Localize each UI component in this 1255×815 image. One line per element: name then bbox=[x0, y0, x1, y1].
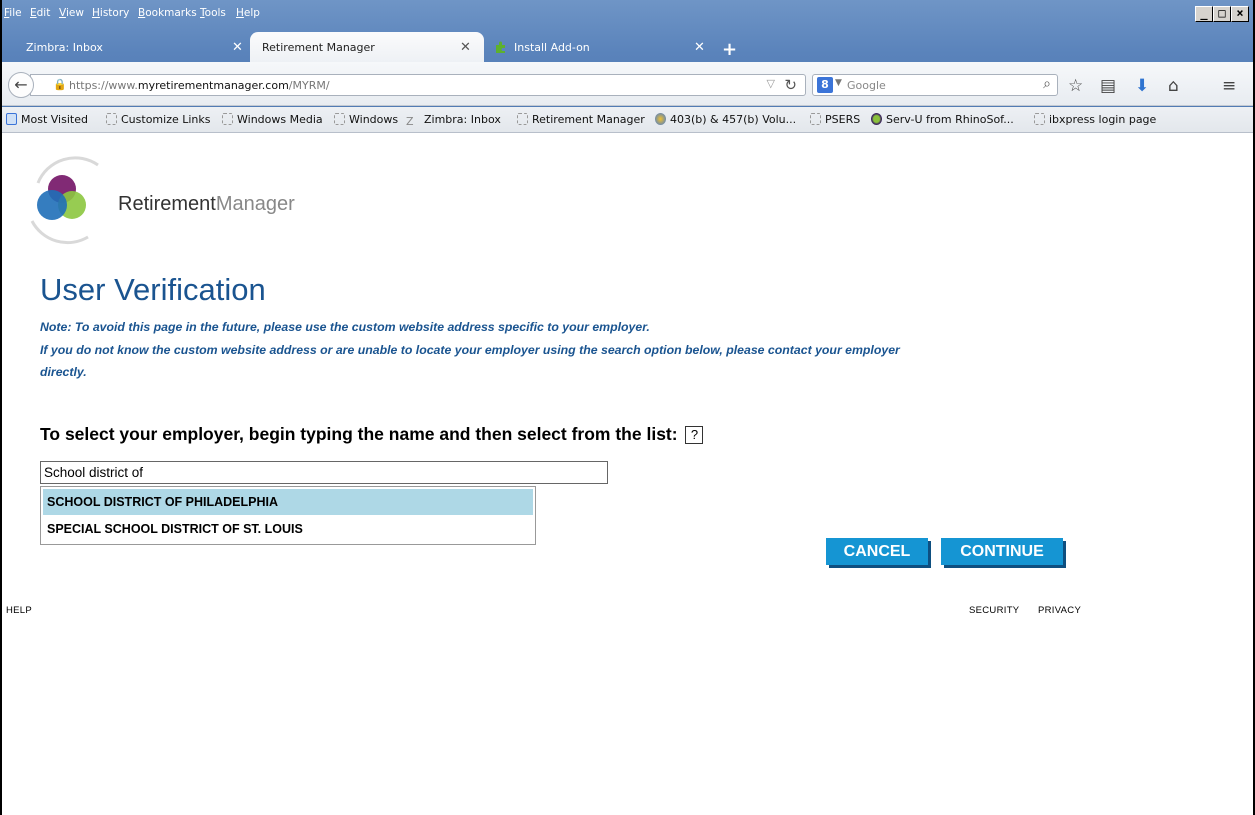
browser-chrome: File Edit View History Bookmarks Tools H… bbox=[0, 0, 1255, 133]
retirement-manager-logo: RetirementManager bbox=[18, 143, 295, 253]
tab-retirement-manager[interactable]: Retirement Manager ✕ bbox=[250, 32, 484, 62]
close-tab-icon[interactable]: ✕ bbox=[460, 40, 471, 55]
continue-button[interactable]: CONTINUE bbox=[941, 538, 1063, 565]
navigation-toolbar: 🔒 https://www.myretirementmanager.com/MY… bbox=[0, 62, 1255, 106]
bookmark-windows[interactable]: Windows bbox=[334, 113, 398, 126]
bookmark-page-icon bbox=[222, 113, 233, 125]
tab-strip: Zimbra: Inbox ✕ Retirement Manager ✕ Ins… bbox=[0, 32, 1255, 62]
search-bar[interactable]: 8 ▼ Google ⌕ bbox=[812, 74, 1058, 96]
logo-text: RetirementManager bbox=[118, 193, 295, 215]
tab-zimbra-inbox[interactable]: Zimbra: Inbox ✕ bbox=[0, 32, 248, 62]
bookmark-serv-u[interactable]: Serv-U from RhinoSof... bbox=[871, 113, 1014, 126]
bookmarks-toolbar: Most Visited Customize Links Windows Med… bbox=[0, 107, 1255, 133]
note-line-3: directly. bbox=[40, 365, 87, 379]
menu-bookmarks[interactable]: Bookmarks bbox=[138, 7, 197, 19]
cancel-button[interactable]: CANCEL bbox=[826, 538, 928, 565]
note-line-1: Note: To avoid this page in the future, … bbox=[40, 320, 650, 334]
tab-label: Retirement Manager bbox=[262, 41, 375, 54]
suggestion-item[interactable]: SCHOOL DISTRICT OF PHILADELPHIA bbox=[43, 489, 533, 515]
download-arrow-icon[interactable]: ⬇ bbox=[1135, 76, 1149, 96]
back-arrow-icon[interactable]: ← bbox=[8, 72, 34, 98]
logo-circles-icon bbox=[30, 156, 99, 245]
bookmark-page-icon bbox=[106, 113, 117, 125]
hamburger-menu-icon[interactable]: ≡ bbox=[1222, 76, 1236, 96]
menu-tools[interactable]: Tools bbox=[200, 7, 226, 19]
new-tab-icon[interactable]: + bbox=[722, 39, 737, 60]
bookmark-customize-links[interactable]: Customize Links bbox=[106, 113, 211, 126]
close-tab-icon[interactable]: ✕ bbox=[694, 40, 705, 55]
bookmark-page-icon bbox=[810, 113, 821, 125]
menu-edit[interactable]: Edit bbox=[30, 7, 50, 19]
employer-search-input[interactable] bbox=[40, 461, 608, 484]
tab-label: Zimbra: Inbox bbox=[26, 41, 103, 54]
menu-view[interactable]: View bbox=[59, 7, 84, 19]
help-question-icon[interactable]: ? bbox=[685, 426, 704, 444]
window-controls: _ □ × bbox=[1195, 6, 1249, 22]
bookmark-page-icon bbox=[334, 113, 345, 125]
bookmark-page-icon bbox=[1034, 113, 1045, 125]
url-dropdown-icon[interactable]: ▽ bbox=[767, 77, 775, 90]
bookmark-page-icon bbox=[517, 113, 528, 125]
tab-label: Install Add-on bbox=[514, 41, 590, 54]
employer-suggestion-list: SCHOOL DISTRICT OF PHILADELPHIA SPECIAL … bbox=[40, 486, 536, 545]
zimbra-icon: Z bbox=[406, 115, 414, 128]
note-line-2: If you do not know the custom website ad… bbox=[40, 343, 900, 357]
close-tab-icon[interactable]: ✕ bbox=[232, 40, 243, 55]
url-text: https://www.myretirementmanager.com/MYRM… bbox=[69, 79, 330, 92]
minimize-icon[interactable]: _ bbox=[1195, 6, 1213, 22]
home-icon[interactable]: ⌂ bbox=[1168, 76, 1179, 96]
footer-help-link[interactable]: HELP bbox=[6, 605, 32, 616]
bookmark-windows-media[interactable]: Windows Media bbox=[222, 113, 323, 126]
bookmark-403b-457b[interactable]: 403(b) & 457(b) Volu... bbox=[655, 113, 796, 126]
puzzle-piece-icon bbox=[496, 41, 505, 53]
footer-security-link[interactable]: SECURITY bbox=[969, 605, 1019, 616]
menu-history[interactable]: History bbox=[92, 7, 129, 19]
lock-icon: 🔒 bbox=[53, 78, 67, 91]
google-engine-icon[interactable]: 8 bbox=[817, 77, 833, 93]
rhino-logo-icon bbox=[871, 113, 882, 125]
suggestion-item[interactable]: SPECIAL SCHOOL DISTRICT OF ST. LOUIS bbox=[43, 516, 533, 542]
page-title: User Verification bbox=[40, 272, 266, 307]
reload-icon[interactable]: ↻ bbox=[784, 76, 797, 94]
maximize-icon[interactable]: □ bbox=[1213, 6, 1231, 22]
magnifier-icon[interactable]: ⌕ bbox=[1043, 76, 1051, 92]
bookmark-folder-icon bbox=[6, 113, 17, 125]
page-content: RetirementManager User Verification Note… bbox=[0, 133, 1255, 815]
globe-icon bbox=[655, 113, 666, 125]
bookmark-ibxpress[interactable]: ibxpress login page bbox=[1034, 113, 1156, 126]
bookmark-zimbra-inbox[interactable]: Z Zimbra: Inbox bbox=[406, 113, 501, 128]
url-bar[interactable]: 🔒 https://www.myretirementmanager.com/MY… bbox=[30, 74, 806, 96]
bookmark-retirement-manager[interactable]: Retirement Manager bbox=[517, 113, 645, 126]
employer-prompt-text: To select your employer, begin typing th… bbox=[40, 424, 678, 444]
reading-list-icon[interactable]: ▤ bbox=[1100, 76, 1116, 96]
menu-bar: File Edit View History Bookmarks Tools H… bbox=[0, 0, 1255, 30]
footer-privacy-link[interactable]: PRIVACY bbox=[1038, 605, 1081, 616]
menu-file[interactable]: File bbox=[4, 7, 22, 19]
bookmark-most-visited[interactable]: Most Visited bbox=[6, 113, 88, 126]
bookmark-psers[interactable]: PSERS bbox=[810, 113, 860, 126]
search-placeholder: Google bbox=[847, 79, 886, 92]
chevron-down-icon[interactable]: ▼ bbox=[835, 78, 842, 88]
close-window-icon[interactable]: × bbox=[1231, 6, 1249, 22]
menu-help[interactable]: Help bbox=[236, 7, 260, 19]
tab-install-addon[interactable]: Install Add-on ✕ bbox=[488, 32, 716, 62]
employer-prompt: To select your employer, begin typing th… bbox=[40, 424, 704, 445]
star-bookmark-icon[interactable]: ☆ bbox=[1068, 76, 1083, 96]
